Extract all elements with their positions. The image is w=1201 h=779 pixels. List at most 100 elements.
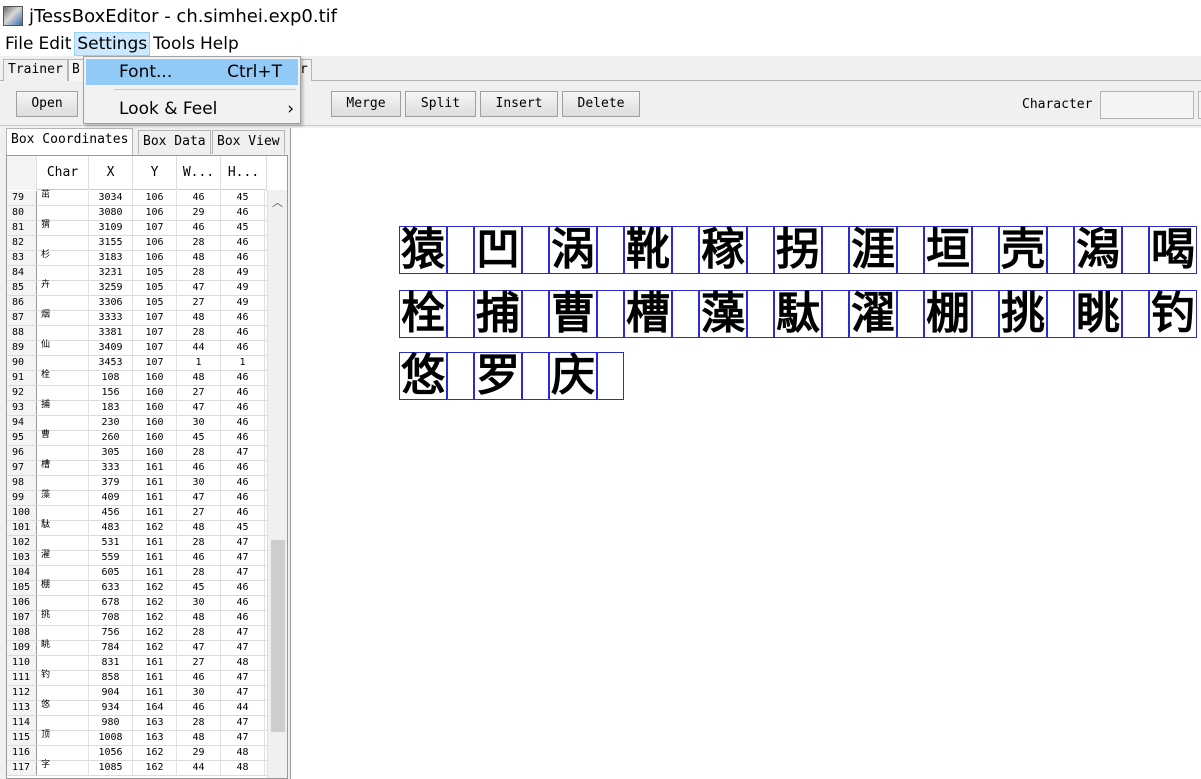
space-box[interactable] (822, 226, 849, 274)
table-row[interactable]: 83 杉 3183 106 48 46 (7, 251, 267, 266)
table-row[interactable]: 100 456 161 27 46 (7, 506, 267, 521)
table-row[interactable]: 98 379 161 30 46 (7, 476, 267, 491)
table-row[interactable]: 94 230 160 30 46 (7, 416, 267, 431)
space-box[interactable] (447, 352, 474, 400)
glyph-box[interactable]: 挑 (999, 290, 1047, 338)
space-box[interactable] (447, 226, 474, 274)
space-box[interactable] (822, 290, 849, 338)
header-y[interactable]: Y (133, 156, 177, 190)
glyph-box[interactable]: 涯 (849, 226, 897, 274)
glyph-box[interactable]: 駄 (774, 290, 822, 338)
table-row[interactable]: 104 605 161 28 47 (7, 566, 267, 581)
menu-item-font[interactable]: Font... Ctrl+T (86, 59, 298, 85)
table-row[interactable]: 80 3080 106 29 46 (7, 206, 267, 221)
table-row[interactable]: 116 1056 162 29 48 (7, 746, 267, 761)
table-row[interactable]: 109 眺 784 162 47 47 (7, 641, 267, 656)
space-box[interactable] (1047, 226, 1074, 274)
split-button[interactable]: Split (405, 91, 476, 117)
table-row[interactable]: 97 槽 333 161 46 46 (7, 461, 267, 476)
table-row[interactable]: 115 顶 1008 163 48 47 (7, 731, 267, 746)
glyph-box[interactable]: 钓 (1149, 290, 1197, 338)
tab-box-coordinates[interactable]: Box Coordinates (6, 128, 134, 155)
table-row[interactable]: 88 3381 107 28 46 (7, 326, 267, 341)
header-char[interactable]: Char (37, 156, 89, 190)
glyph-box[interactable]: 垣 (924, 226, 972, 274)
header-width[interactable]: W... (177, 156, 221, 190)
header-height[interactable]: H... (221, 156, 267, 190)
space-box[interactable] (672, 226, 699, 274)
glyph-box[interactable]: 罗 (474, 352, 522, 400)
glyph-box[interactable]: 藻 (699, 290, 747, 338)
space-box[interactable] (1122, 226, 1149, 274)
menu-settings[interactable]: Settings (74, 32, 151, 56)
glyph-box[interactable]: 悠 (399, 352, 447, 400)
glyph-box[interactable]: 靴 (624, 226, 672, 274)
space-box[interactable] (672, 290, 699, 338)
table-row[interactable]: 95 曹 260 160 45 46 (7, 431, 267, 446)
space-box[interactable] (447, 290, 474, 338)
glyph-box[interactable]: 潟 (1074, 226, 1122, 274)
space-box[interactable] (597, 226, 624, 274)
box-table[interactable]: Char X Y W... H... 79 茁 3034 106 46 45 80 3080 1… (6, 155, 288, 779)
table-row[interactable]: 108 756 162 28 47 (7, 626, 267, 641)
space-box[interactable] (747, 226, 774, 274)
space-box[interactable] (597, 352, 624, 400)
space-box[interactable] (522, 352, 549, 400)
space-box[interactable] (897, 226, 924, 274)
insert-button[interactable]: Insert (480, 91, 558, 117)
image-viewer[interactable]: 猿凹涡靴稼拐涯垣壳潟喝栓捕曹槽藻駄濯棚挑眺钓悠罗庆 (290, 128, 1201, 779)
table-row[interactable]: 91 栓 108 160 48 46 (7, 371, 267, 386)
tab-box-data[interactable]: Box Data (138, 130, 211, 154)
table-row[interactable]: 82 3155 106 28 46 (7, 236, 267, 251)
glyph-box[interactable]: 喝 (1149, 226, 1197, 274)
table-row[interactable]: 103 濯 559 161 46 47 (7, 551, 267, 566)
table-row[interactable]: 90 3453 107 1 1 (7, 356, 267, 371)
tab-trainer[interactable]: Trainer (3, 59, 68, 81)
glyph-box[interactable]: 稼 (699, 226, 747, 274)
glyph-box[interactable]: 庆 (549, 352, 597, 400)
table-row[interactable]: 105 棚 633 162 45 46 (7, 581, 267, 596)
tab-box-view[interactable]: Box View (212, 130, 285, 154)
space-box[interactable] (897, 290, 924, 338)
table-row[interactable]: 106 678 162 30 46 (7, 596, 267, 611)
menu-file[interactable]: File (3, 32, 35, 56)
space-box[interactable] (597, 290, 624, 338)
table-row[interactable]: 86 3306 105 27 49 (7, 296, 267, 311)
table-row[interactable]: 114 980 163 28 47 (7, 716, 267, 731)
table-row[interactable]: 111 钓 858 161 46 47 (7, 671, 267, 686)
glyph-box[interactable]: 壳 (999, 226, 1047, 274)
table-row[interactable]: 113 悠 934 164 46 44 (7, 701, 267, 716)
table-row[interactable]: 117 字 1085 162 44 48 (7, 761, 267, 776)
table-row[interactable]: 89 仙 3409 107 44 46 (7, 341, 267, 356)
table-row[interactable]: 85 卉 3259 105 47 49 (7, 281, 267, 296)
glyph-box[interactable]: 凹 (474, 226, 522, 274)
scroll-thumb[interactable] (271, 540, 285, 732)
table-row[interactable]: 84 3231 105 28 49 (7, 266, 267, 281)
menu-item-look-and-feel[interactable]: Look & Feel › (86, 96, 298, 122)
glyph-box[interactable]: 棚 (924, 290, 972, 338)
glyph-box[interactable]: 濯 (849, 290, 897, 338)
scroll-up-icon[interactable]: ︿ (272, 194, 283, 210)
delete-button[interactable]: Delete (562, 91, 640, 117)
table-row[interactable]: 87 烟 3333 107 48 46 (7, 311, 267, 326)
table-row[interactable]: 96 305 160 28 47 (7, 446, 267, 461)
glyph-box[interactable]: 猿 (399, 226, 447, 274)
space-box[interactable] (522, 290, 549, 338)
table-row[interactable]: 99 藻 409 161 47 46 (7, 491, 267, 506)
menu-edit[interactable]: Edit (36, 32, 73, 56)
table-row[interactable]: 110 831 161 27 48 (7, 656, 267, 671)
menu-tools[interactable]: Tools (151, 32, 197, 56)
table-row[interactable]: 92 156 160 27 46 (7, 386, 267, 401)
header-x[interactable]: X (89, 156, 133, 190)
table-row[interactable]: 81 猬 3109 107 46 45 (7, 221, 267, 236)
glyph-box[interactable]: 眺 (1074, 290, 1122, 338)
table-row[interactable]: 112 904 161 30 47 (7, 686, 267, 701)
glyph-box[interactable]: 栓 (399, 290, 447, 338)
glyph-box[interactable]: 曹 (549, 290, 597, 338)
space-box[interactable] (1122, 290, 1149, 338)
glyph-box[interactable]: 涡 (549, 226, 597, 274)
space-box[interactable] (747, 290, 774, 338)
space-box[interactable] (1047, 290, 1074, 338)
table-row[interactable]: 107 挑 708 162 48 46 (7, 611, 267, 626)
glyph-box[interactable]: 拐 (774, 226, 822, 274)
